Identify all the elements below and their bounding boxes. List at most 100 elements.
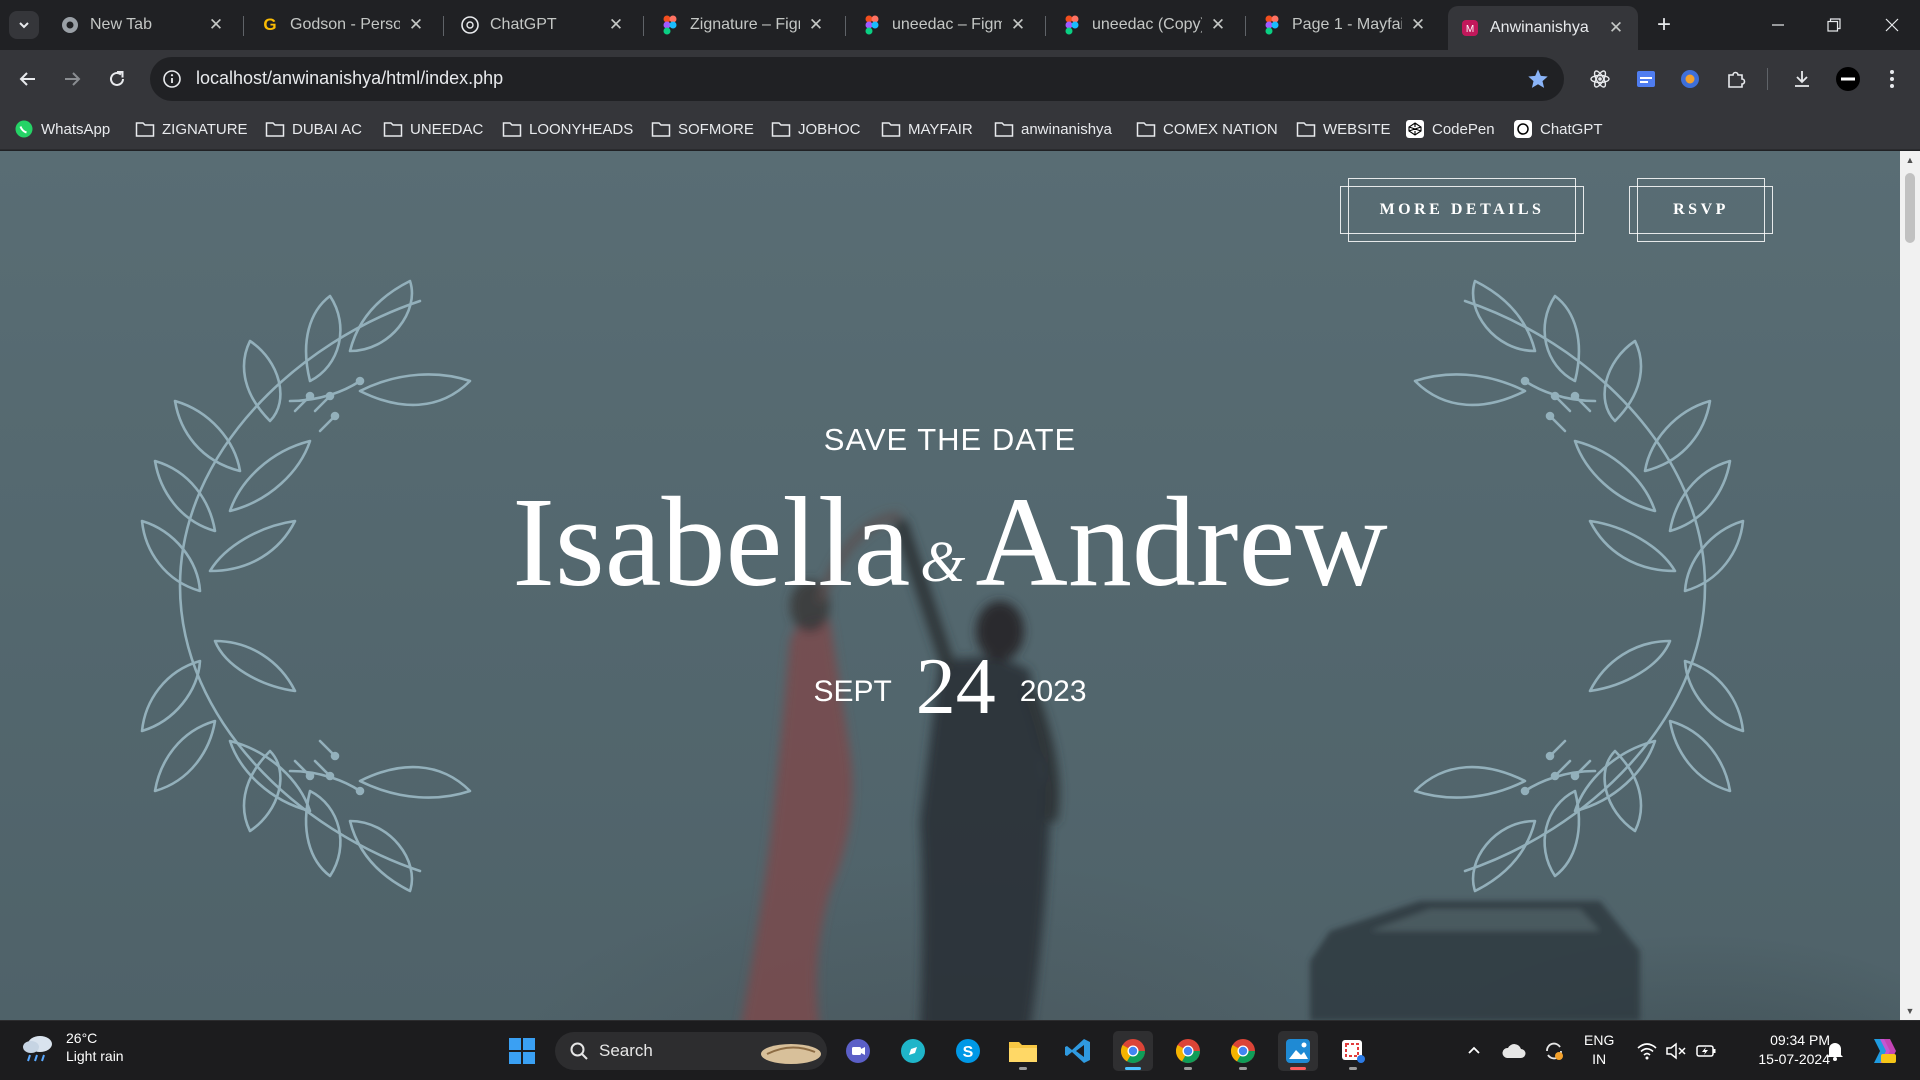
tab-title: New Tab (90, 16, 152, 33)
tab-chatgpt[interactable]: ChatGPT ✕ (448, 8, 638, 42)
onedrive-tray[interactable] (1500, 1035, 1528, 1067)
date-year: 2023 (1019, 674, 1087, 708)
scrollbar-thumb[interactable] (1905, 173, 1915, 243)
bookmark-codepen[interactable]: CodePen (1405, 117, 1495, 141)
browser-toolbar: localhost/anwinanishya/html/index.php (0, 50, 1920, 108)
close-icon[interactable]: ✕ (206, 15, 226, 35)
start-button[interactable] (502, 1031, 542, 1071)
tab-mayfair[interactable]: Page 1 - Mayfair ✕ (1250, 8, 1440, 42)
teams-app[interactable] (838, 1031, 878, 1071)
language-indicator[interactable]: ENG IN (1584, 1031, 1614, 1069)
page-scrollbar[interactable]: ▲ ▼ (1900, 151, 1920, 1020)
tab-search-button[interactable] (9, 11, 39, 39)
chrome-app-active[interactable] (1113, 1031, 1153, 1071)
save-the-date-heading: SAVE THE DATE (823, 422, 1077, 457)
close-icon[interactable]: ✕ (1408, 15, 1428, 35)
notifications-tray[interactable] (1822, 1035, 1848, 1067)
chrome-icon (60, 15, 80, 35)
bookmark-folder-sofmore[interactable]: SOFMORE (651, 117, 754, 141)
skype-app[interactable]: S (948, 1031, 988, 1071)
bookmark-folder-zignature[interactable]: ZIGNATURE (135, 117, 248, 141)
address-bar[interactable]: localhost/anwinanishya/html/index.php (150, 57, 1564, 101)
volume-tray[interactable] (1662, 1035, 1690, 1067)
battery-tray[interactable] (1692, 1035, 1720, 1067)
tab-uneedac-figma[interactable]: uneedac – Figma ✕ (850, 8, 1040, 42)
tab-zignature-figma[interactable]: Zignature – Figm ✕ (648, 8, 838, 42)
folder-icon (502, 119, 522, 139)
tab-divider (1245, 16, 1246, 36)
minimize-button[interactable] (1750, 0, 1806, 50)
vpn-extension[interactable] (1674, 63, 1706, 95)
bookmark-star-icon[interactable] (1526, 67, 1550, 91)
bookmark-folder-dubai-ac[interactable]: DUBAI AC (265, 117, 362, 141)
scroll-down-icon[interactable]: ▼ (1905, 1006, 1915, 1016)
new-tab-button[interactable]: + (1650, 11, 1678, 39)
tab-uneedac-copy[interactable]: uneedac (Copy) ✕ (1050, 8, 1240, 42)
close-window-button[interactable] (1864, 0, 1920, 50)
tab-godson[interactable]: G Godson - Person ✕ (248, 8, 438, 42)
close-icon[interactable]: ✕ (1008, 15, 1028, 35)
copilot-button[interactable] (1862, 1035, 1902, 1067)
bookmark-folder-loonyheads[interactable]: LOONYHEADS (502, 117, 633, 141)
chrome-icon (1120, 1039, 1145, 1064)
close-icon[interactable]: ✕ (1606, 18, 1626, 38)
car-photo (1310, 901, 1640, 1020)
close-icon[interactable]: ✕ (806, 15, 826, 35)
sync-icon (1546, 1042, 1563, 1060)
close-icon[interactable]: ✕ (606, 15, 626, 35)
arrow-left-icon (19, 72, 35, 86)
tab-anwinanishya[interactable]: M Anwinanishya ✕ (1448, 6, 1638, 50)
chrome-app-profile-3[interactable] (1223, 1031, 1263, 1071)
downloads-button[interactable] (1786, 63, 1818, 95)
app-compass[interactable] (893, 1031, 933, 1071)
meet-icon (846, 1039, 870, 1063)
url-text[interactable]: localhost/anwinanishya/html/index.php (196, 68, 503, 89)
system-clock[interactable]: 09:34 PM 15-07-2024 (1740, 1031, 1830, 1069)
react-devtools-extension[interactable] (1584, 63, 1616, 95)
browser-menu-button[interactable] (1876, 63, 1908, 95)
site-info-icon[interactable] (162, 69, 182, 89)
forward-button[interactable] (56, 63, 88, 95)
profile-button[interactable] (1832, 63, 1864, 95)
scroll-up-icon[interactable]: ▲ (1905, 155, 1915, 165)
extensions-button[interactable] (1720, 63, 1752, 95)
snipping-tool-app[interactable] (1333, 1031, 1373, 1071)
openai-icon (460, 15, 480, 35)
svg-text:S: S (963, 1044, 974, 1061)
photos-app[interactable] (1278, 1031, 1318, 1071)
weather-widget[interactable]: 26°C Light rain (20, 1029, 124, 1065)
tab-title: uneedac (Copy) (1092, 16, 1202, 33)
bookmark-label: DUBAI AC (292, 120, 363, 138)
screen-extension[interactable] (1630, 63, 1662, 95)
bookmark-chatgpt[interactable]: ChatGPT (1513, 117, 1603, 141)
bookmark-folder-anwinanishya[interactable]: anwinanishya (994, 117, 1112, 141)
bookmark-folder-mayfair[interactable]: MAYFAIR (881, 117, 973, 141)
back-button[interactable] (12, 63, 44, 95)
file-explorer-app[interactable] (1003, 1031, 1043, 1071)
close-icon[interactable]: ✕ (1208, 15, 1228, 35)
tab-strip: New Tab ✕ G Godson - Person ✕ ChatGPT ✕ … (0, 0, 1920, 50)
bookmark-folder-comex-nation[interactable]: COMEX NATION (1136, 117, 1278, 141)
sync-tray[interactable] (1540, 1035, 1568, 1067)
restore-button[interactable] (1806, 0, 1862, 50)
taskbar-search[interactable]: Search (555, 1032, 827, 1070)
show-hidden-icons[interactable] (1462, 1035, 1486, 1067)
chrome-app-profile-2[interactable] (1168, 1031, 1208, 1071)
close-icon[interactable]: ✕ (406, 15, 426, 35)
windows-taskbar: 26°C Light rain Search S ENG IN 09:34 PM… (0, 1020, 1920, 1080)
rsvp-button[interactable]: RSVP (1629, 178, 1773, 242)
bookmark-whatsapp[interactable]: WhatsApp (14, 117, 110, 141)
more-details-label: MORE DETAILS (1379, 201, 1545, 218)
bookmark-label: anwinanishya (1021, 120, 1112, 138)
wifi-tray[interactable] (1633, 1035, 1661, 1067)
tab-new-tab[interactable]: New Tab ✕ (48, 8, 238, 42)
reload-button[interactable] (101, 63, 133, 95)
more-details-button[interactable]: MORE DETAILS (1340, 178, 1584, 242)
chrome-icon (1230, 1039, 1255, 1064)
running-indicator (1184, 1067, 1192, 1070)
bookmark-folder-uneedac[interactable]: UNEEDAC (383, 117, 483, 141)
bookmark-folder-website[interactable]: WEBSITE (1296, 117, 1391, 141)
couple-names: Isabella &Andrew (0, 475, 1900, 609)
vscode-app[interactable] (1058, 1031, 1098, 1071)
bookmark-folder-jobhoc[interactable]: JOBHOC (771, 117, 861, 141)
